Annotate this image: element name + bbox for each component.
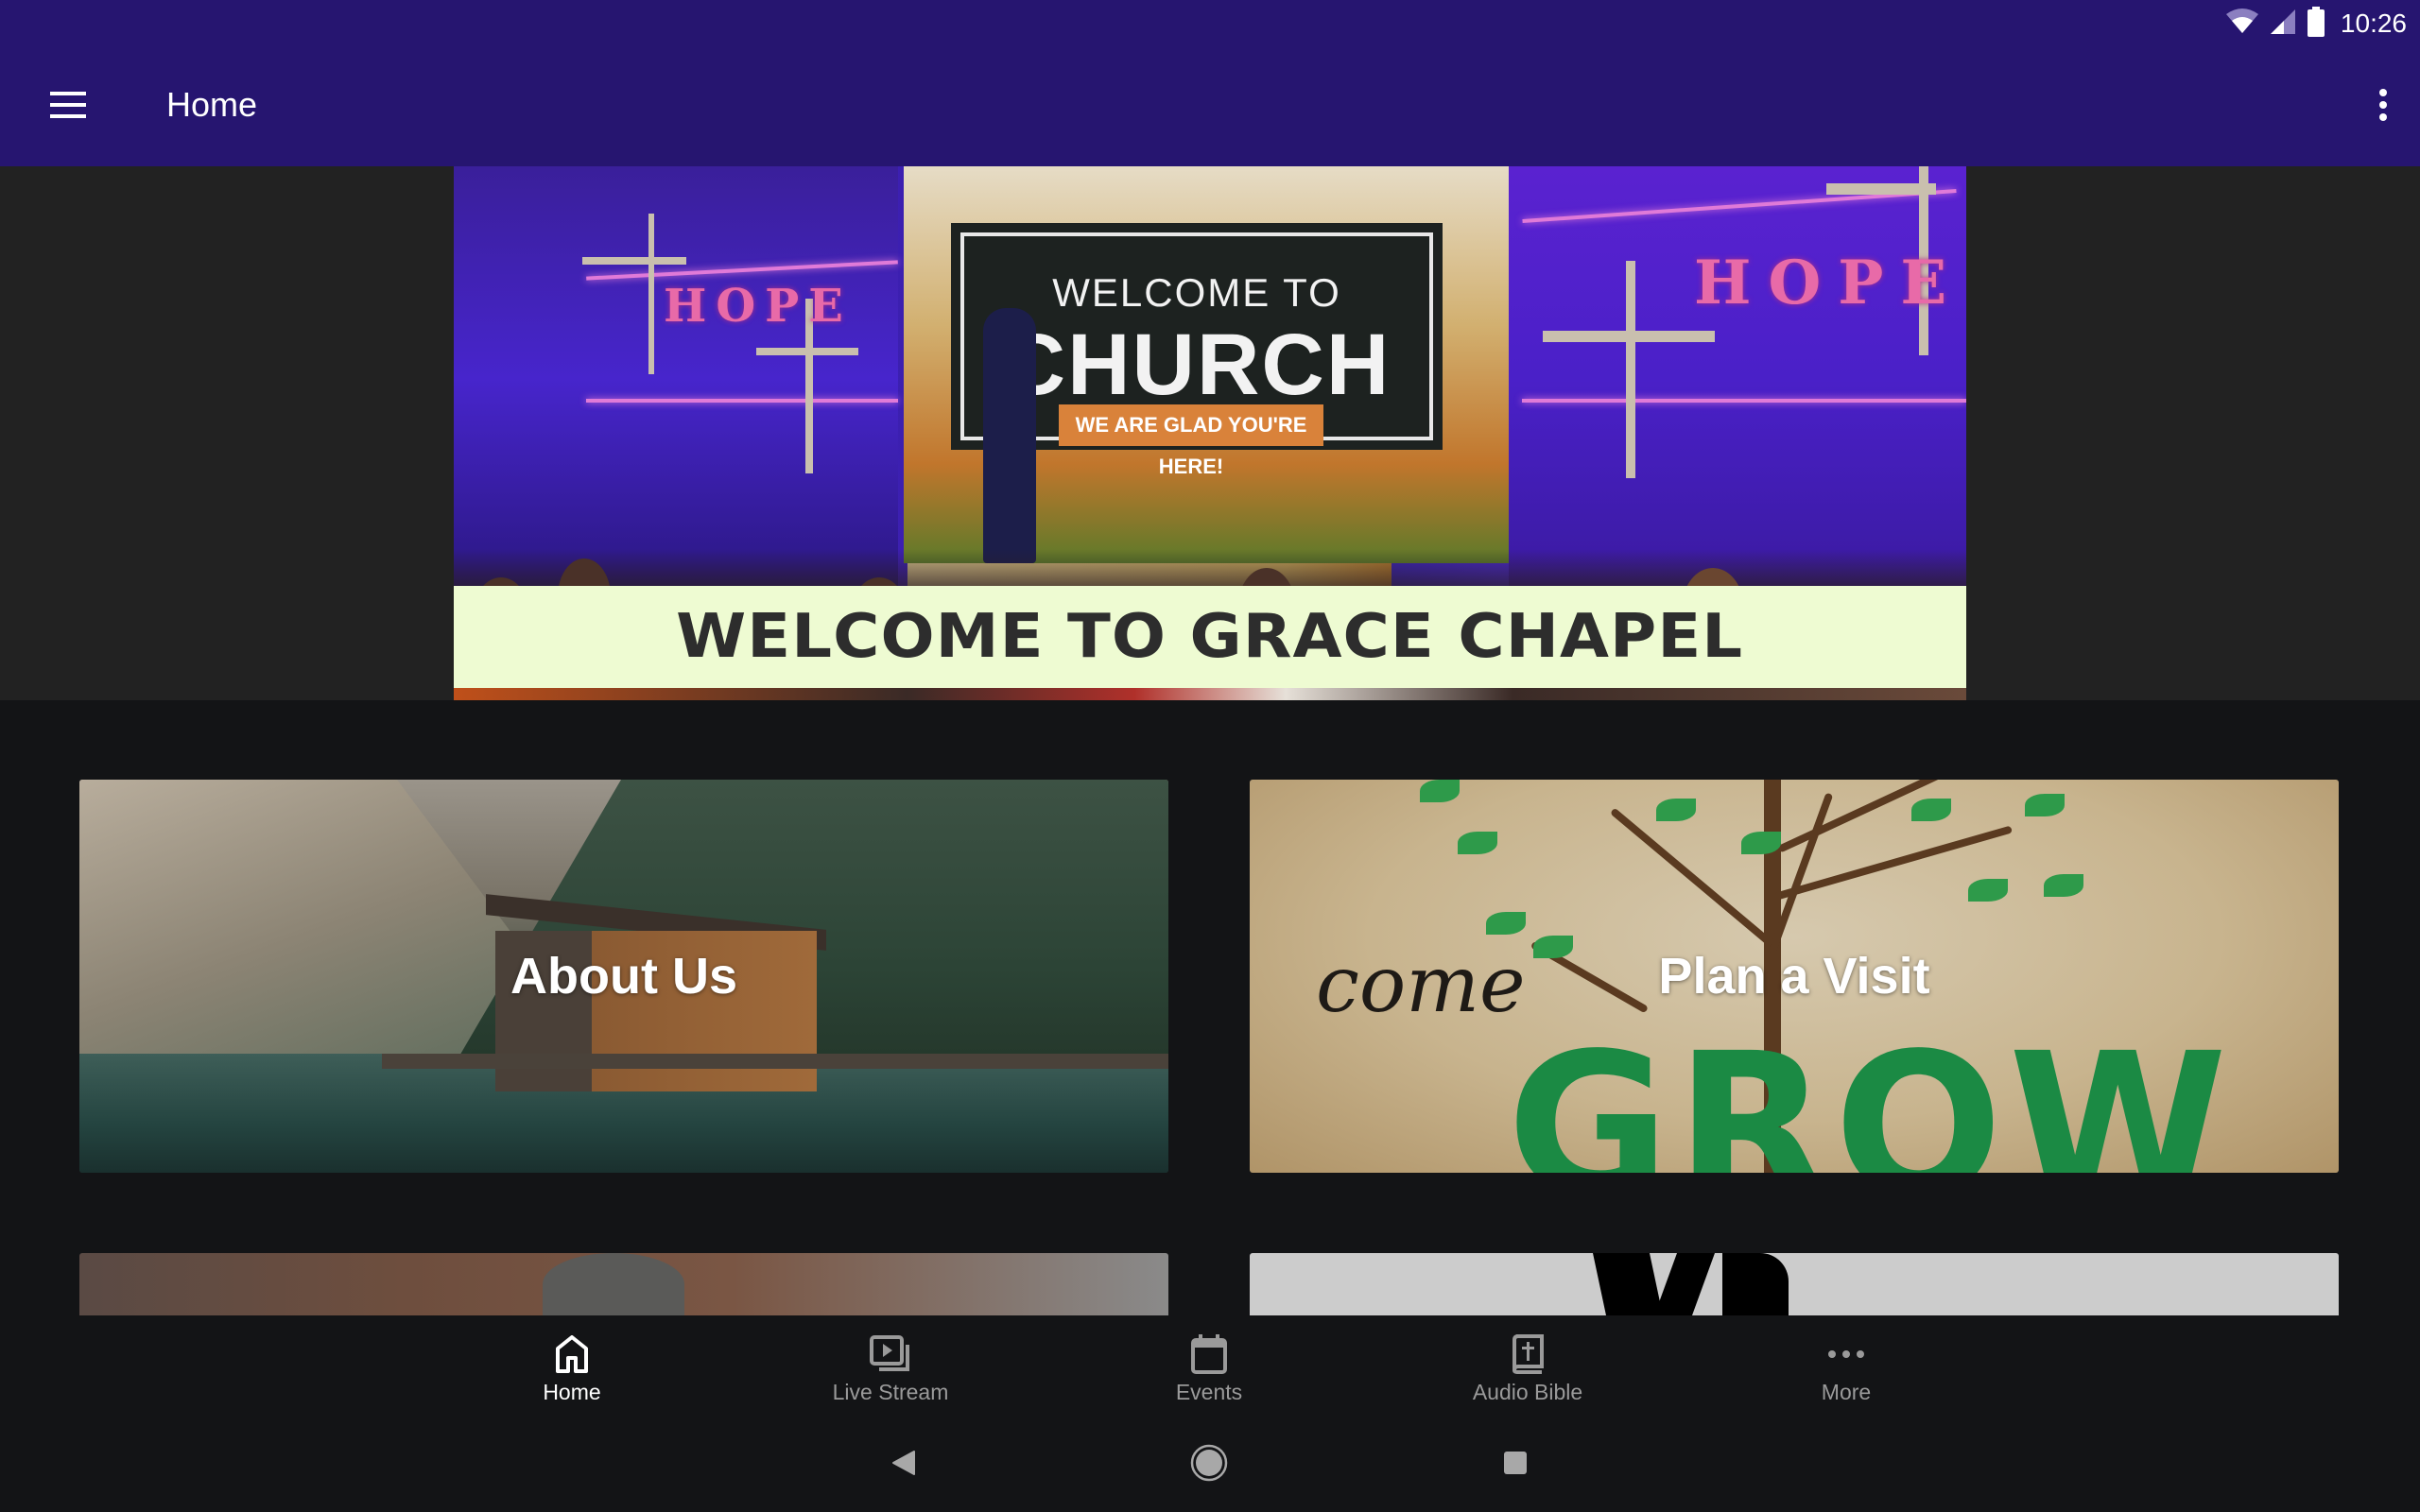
tree-branch bbox=[1609, 807, 1774, 948]
tree-leaf bbox=[2025, 794, 2065, 816]
about-us-label: About Us bbox=[510, 948, 737, 1005]
partial-card-left[interactable] bbox=[79, 1253, 1168, 1315]
video-library-icon bbox=[870, 1332, 911, 1376]
wifi-icon bbox=[2225, 8, 2259, 40]
nav-item-more[interactable]: More bbox=[1733, 1315, 1960, 1418]
system-navigation-bar bbox=[0, 1418, 2420, 1512]
tree-leaf bbox=[1741, 832, 1781, 854]
home-icon bbox=[555, 1332, 589, 1376]
tree-leaf bbox=[1486, 912, 1526, 935]
cross-decoration bbox=[1543, 331, 1715, 342]
hero-left-wall bbox=[454, 166, 898, 592]
nav-item-audio-bible[interactable]: Audio Bible bbox=[1414, 1315, 1641, 1418]
hero-banner-image[interactable]: HOPE HOPE WELCOME TO CHURCH WE ARE GLAD … bbox=[454, 166, 1966, 700]
bottom-navigation: Home Live Stream Events Audio Bible More bbox=[0, 1315, 2420, 1418]
hamburger-menu-icon bbox=[50, 91, 86, 123]
nav-label-more: More bbox=[1821, 1380, 1872, 1404]
dock-image bbox=[382, 1054, 1168, 1069]
hero-image-bottom bbox=[454, 688, 1966, 700]
status-icons: 10:26 bbox=[2225, 6, 2407, 42]
home-circle-icon bbox=[1190, 1444, 1228, 1486]
nav-item-home[interactable]: Home bbox=[458, 1315, 685, 1418]
more-horizontal-icon bbox=[1827, 1332, 1865, 1376]
app-screen: 10:26 Home HOPE HOPE WELCOME TO CHURCH W… bbox=[0, 0, 2420, 1512]
neon-light bbox=[1522, 399, 1966, 403]
tree-leaf bbox=[1968, 879, 2008, 902]
menu-button[interactable] bbox=[40, 83, 96, 130]
page-title: Home bbox=[166, 85, 258, 124]
tree-leaf bbox=[1656, 799, 1696, 821]
cross-decoration bbox=[648, 214, 654, 374]
status-bar: 10:26 bbox=[0, 0, 2420, 47]
hero-right-wall bbox=[1509, 166, 1966, 592]
nav-label-audio-bible: Audio Bible bbox=[1472, 1380, 1583, 1404]
bible-icon bbox=[1511, 1332, 1545, 1376]
calendar-icon bbox=[1191, 1332, 1227, 1376]
system-home-button[interactable] bbox=[1188, 1444, 1230, 1486]
about-us-card[interactable]: About Us bbox=[79, 780, 1168, 1173]
battery-icon bbox=[2307, 6, 2325, 42]
system-recents-button[interactable] bbox=[1495, 1444, 1536, 1486]
partial-image-detail bbox=[1653, 1253, 1716, 1315]
tree-leaf bbox=[1420, 780, 1460, 802]
nav-label-live-stream: Live Stream bbox=[832, 1380, 949, 1404]
grow-text: GROW bbox=[1507, 1010, 2234, 1174]
partial-card-right[interactable] bbox=[1250, 1253, 2339, 1315]
plan-a-visit-label: Plan a Visit bbox=[1658, 948, 1930, 1005]
overflow-menu-button[interactable] bbox=[2360, 83, 2407, 130]
speaker-figure bbox=[983, 308, 1036, 563]
nav-item-events[interactable]: Events bbox=[1096, 1315, 1322, 1418]
tree-leaf bbox=[1458, 832, 1497, 854]
welcome-screen-line1: WELCOME TO bbox=[1052, 270, 1341, 315]
status-time: 10:26 bbox=[2340, 9, 2407, 38]
tree-leaf bbox=[2044, 874, 2083, 897]
cross-decoration bbox=[582, 257, 686, 265]
welcome-banner-text: WELCOME TO GRACE CHAPEL bbox=[676, 602, 1744, 672]
cellular-signal-icon bbox=[2269, 8, 2297, 41]
welcome-screen-tagline: WE ARE GLAD YOU'RE HERE! bbox=[1059, 404, 1323, 478]
back-icon bbox=[891, 1450, 916, 1481]
hero-section: HOPE HOPE WELCOME TO CHURCH WE ARE GLAD … bbox=[0, 166, 2420, 700]
cross-decoration bbox=[1826, 183, 1936, 195]
nav-label-home: Home bbox=[543, 1380, 601, 1404]
plan-a-visit-card[interactable]: come GROW Plan a Visit bbox=[1250, 780, 2339, 1173]
hope-sign-left: HOPE bbox=[664, 280, 853, 333]
cross-decoration bbox=[1626, 261, 1635, 478]
welcome-banner: WELCOME TO GRACE CHAPEL bbox=[454, 586, 1966, 688]
partial-image-detail bbox=[543, 1253, 684, 1315]
app-bar: Home bbox=[0, 47, 2420, 166]
partial-image-detail bbox=[1592, 1253, 1664, 1315]
nav-label-events: Events bbox=[1175, 1380, 1243, 1404]
hope-sign-right: HOPE bbox=[1694, 248, 1964, 318]
neon-light bbox=[586, 399, 898, 403]
tree-leaf bbox=[1911, 799, 1951, 821]
cross-decoration bbox=[756, 348, 858, 355]
recents-icon bbox=[1503, 1451, 1528, 1480]
system-back-button[interactable] bbox=[883, 1444, 925, 1486]
more-vertical-icon bbox=[2378, 88, 2388, 126]
nav-item-live-stream[interactable]: Live Stream bbox=[777, 1315, 1004, 1418]
partial-image-detail bbox=[1722, 1253, 1789, 1315]
